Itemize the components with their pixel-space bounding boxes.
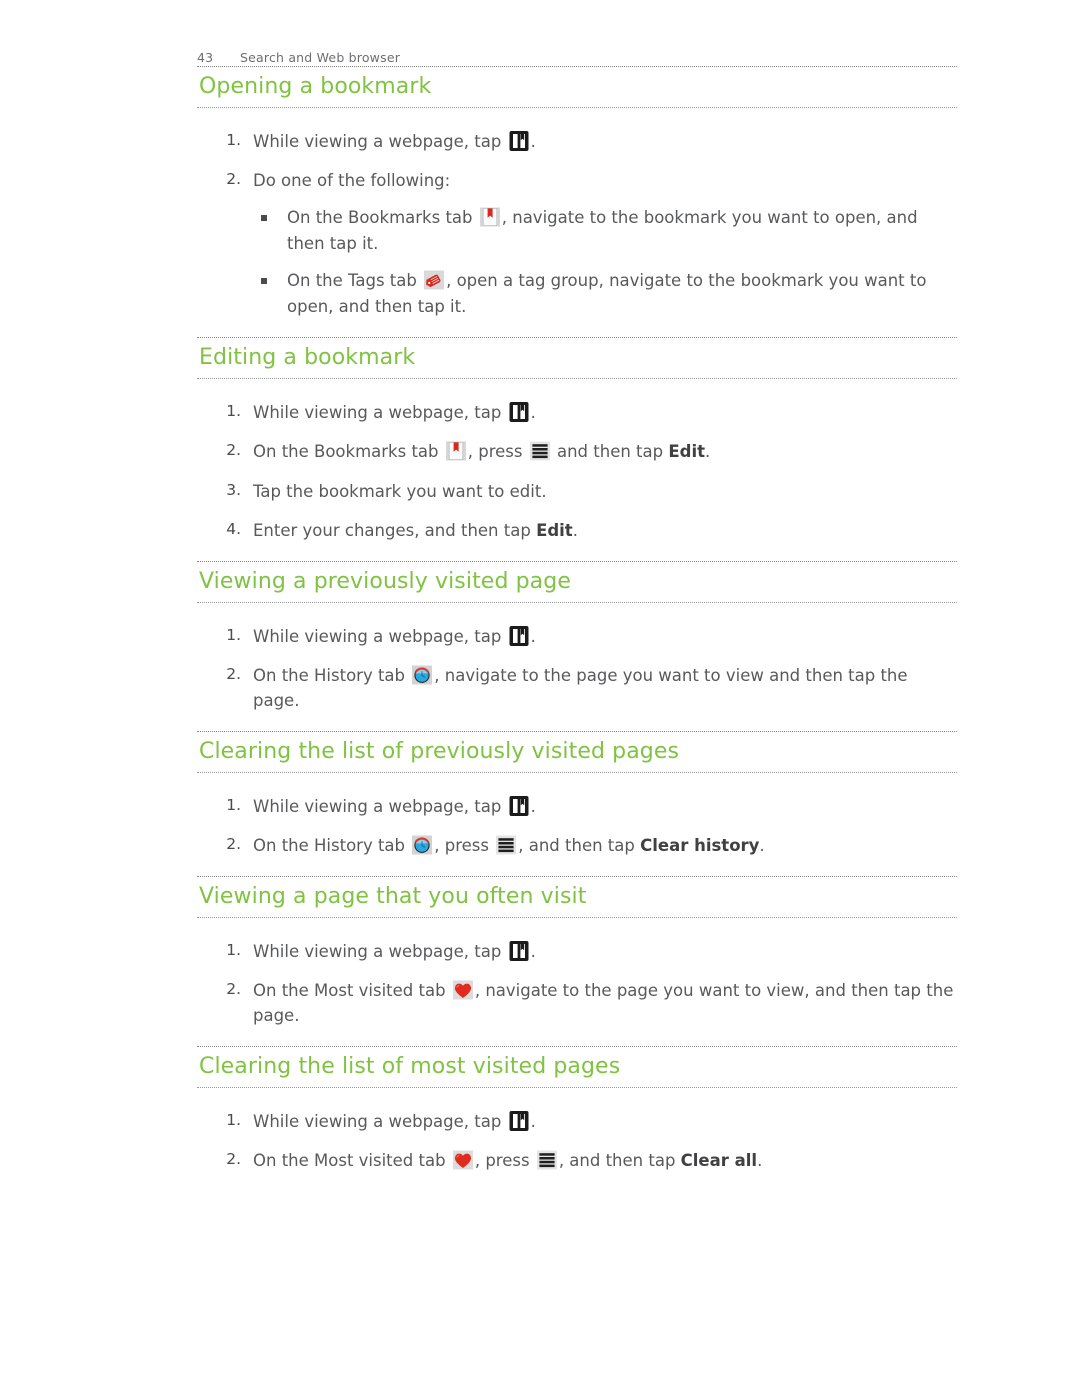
step-item: 1. While viewing a webpage, tap . [197, 939, 957, 964]
section-body: 1. While viewing a webpage, tap . 2. On the… [197, 379, 957, 560]
step-text: On the Bookmarks tab , press and then ta… [253, 440, 711, 462]
sections-container: Opening a bookmark 1. While viewing a webp… [197, 66, 957, 1192]
step-item: 1. While viewing a webpage, tap . [197, 1109, 957, 1134]
step-number: 4. [226, 519, 241, 538]
sub-bullet-item: On the Tags tab , open a tag group, navi… [253, 268, 957, 319]
section-body: 1. While viewing a webpage, tap . 2. On the… [197, 918, 957, 1046]
sub-bullet-list: On the Bookmarks tab , navigate to the b… [253, 205, 957, 319]
step-item: 1. While viewing a webpage, tap . [197, 129, 957, 154]
bookmark-button-icon [508, 401, 530, 423]
sub-bullet-text: On the Tags tab , open a tag group, navi… [287, 269, 927, 316]
most-visited-heart-icon [452, 1149, 474, 1171]
bookmarks-tab-icon [445, 440, 467, 462]
steps-list: 1. While viewing a webpage, tap . 2. Do one… [197, 129, 957, 319]
emphasis-text: Edit [668, 442, 705, 462]
step-item: 1. While viewing a webpage, tap . [197, 794, 957, 819]
menu-icon [536, 1149, 558, 1171]
step-item: 2. On the Most visited tab , navigate to … [197, 978, 957, 1028]
emphasis-text: Clear history [640, 836, 760, 856]
section-body: 1. While viewing a webpage, tap . 2. On the… [197, 773, 957, 876]
step-number: 1. [226, 795, 241, 814]
bookmarks-tab-icon [479, 206, 501, 228]
step-text: On the History tab , press , and then ta… [253, 834, 765, 856]
step-number: 2. [226, 664, 241, 683]
section-heading: Viewing a previously visited page [199, 568, 571, 594]
step-item: 2. Do one of the following: On the Bookmar… [197, 168, 957, 319]
bookmark-button-icon [508, 795, 530, 817]
step-number: 2. [226, 170, 241, 189]
step-number: 2. [226, 980, 241, 999]
step-item: 3. Tap the bookmark you want to edit. [197, 479, 957, 504]
chapter-title: Search and Web browser [240, 50, 401, 65]
step-item: 1. While viewing a webpage, tap . [197, 400, 957, 425]
emphasis-text: Edit [536, 520, 573, 540]
square-bullet-icon [261, 278, 267, 285]
bookmark-button-icon [508, 940, 530, 962]
section: Viewing a previously visited page 1. While… [197, 560, 957, 731]
step-text: While viewing a webpage, tap . [253, 130, 536, 152]
step-item: 2. On the Most visited tab , press , and … [197, 1148, 957, 1173]
steps-list: 1. While viewing a webpage, tap . 2. On the… [197, 1109, 957, 1173]
history-tab-icon [411, 664, 433, 686]
step-text: While viewing a webpage, tap . [253, 940, 536, 962]
step-text: While viewing a webpage, tap . [253, 625, 536, 647]
steps-list: 1. While viewing a webpage, tap . 2. On the… [197, 794, 957, 858]
steps-list: 1. While viewing a webpage, tap . 2. On the… [197, 939, 957, 1028]
bookmark-button-icon [508, 130, 530, 152]
step-number: 3. [226, 480, 241, 499]
step-item: 2. On the History tab , navigate to the p… [197, 663, 957, 713]
sub-bullet-item: On the Bookmarks tab , navigate to the b… [253, 205, 957, 256]
bookmark-button-icon [508, 1110, 530, 1132]
step-number: 1. [226, 402, 241, 421]
section: Clearing the list of previously visited … [197, 730, 957, 876]
history-tab-icon [411, 834, 433, 856]
step-number: 2. [226, 1150, 241, 1169]
square-bullet-icon [261, 215, 267, 222]
most-visited-heart-icon [452, 979, 474, 1001]
step-number: 1. [226, 941, 241, 960]
section-heading: Viewing a page that you often visit [199, 884, 587, 910]
step-text: While viewing a webpage, tap . [253, 401, 536, 423]
section-heading: Clearing the list of most visited pages [199, 1054, 621, 1080]
step-text: While viewing a webpage, tap . [253, 1110, 536, 1132]
bookmark-button-icon [508, 625, 530, 647]
section-body: 1. While viewing a webpage, tap . 2. On the… [197, 603, 957, 731]
step-item: 2. On the Bookmarks tab , press and then … [197, 439, 957, 464]
step-number: 2. [226, 835, 241, 854]
step-text: On the Most visited tab , navigate to th… [253, 979, 954, 1026]
step-item: 1. While viewing a webpage, tap . [197, 624, 957, 649]
step-item: 2. On the History tab , press , and then … [197, 833, 957, 858]
step-text: While viewing a webpage, tap . [253, 795, 536, 817]
section: Opening a bookmark 1. While viewing a webp… [197, 66, 957, 337]
document-page: 43 Search and Web browser Opening a book… [0, 0, 1080, 1397]
step-text: Enter your changes, and then tap Edit. [253, 520, 578, 540]
tags-tab-icon [423, 269, 445, 291]
step-number: 1. [226, 131, 241, 149]
section: Clearing the list of most visited pages 1… [197, 1046, 957, 1191]
section-heading: Clearing the list of previously visited … [199, 738, 680, 764]
page-number: 43 [197, 50, 214, 65]
section-body: 1. While viewing a webpage, tap . 2. On the… [197, 1088, 957, 1191]
step-text: Tap the bookmark you want to edit. [253, 481, 547, 501]
step-text: On the Most visited tab , press , and th… [253, 1149, 763, 1171]
sub-bullet-text: On the Bookmarks tab , navigate to the b… [287, 206, 918, 253]
section: Viewing a page that you often visit 1. Whi… [197, 876, 957, 1046]
emphasis-text: Clear all [680, 1151, 758, 1171]
step-item: 4. Enter your changes, and then tap Edit. [197, 518, 957, 543]
menu-icon [529, 440, 551, 462]
step-text: On the History tab , navigate to the pag… [253, 664, 908, 710]
section-body: 1. While viewing a webpage, tap . 2. Do one… [197, 108, 957, 337]
section-heading: Editing a bookmark [199, 345, 416, 371]
steps-list: 1. While viewing a webpage, tap . 2. On the… [197, 400, 957, 542]
section: Editing a bookmark 1. While viewing a webp… [197, 337, 957, 560]
section-heading: Opening a bookmark [199, 74, 432, 99]
step-text: Do one of the following: [253, 171, 451, 191]
step-number: 1. [226, 625, 241, 644]
menu-icon [495, 834, 517, 856]
running-header: 43 Search and Web browser [197, 0, 957, 66]
page-content: 43 Search and Web browser Opening a book… [197, 0, 957, 1192]
steps-list: 1. While viewing a webpage, tap . 2. On the… [197, 624, 957, 713]
step-number: 1. [226, 1111, 241, 1130]
step-number: 2. [226, 441, 241, 460]
